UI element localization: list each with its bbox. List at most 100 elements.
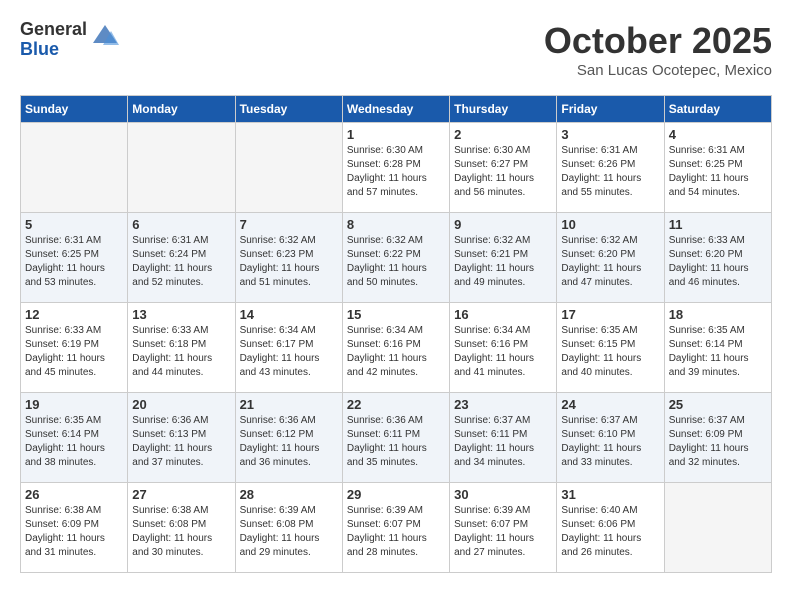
calendar-day-cell: 20 Sunrise: 6:36 AM Sunset: 6:13 PM Dayli…	[128, 393, 235, 483]
day-number: 10	[561, 217, 659, 232]
calendar-day-cell: 14Sunrise: 6:34 AM Sunset: 6:17 PM Dayli…	[235, 303, 342, 393]
weekday-header-sunday: Sunday	[21, 96, 128, 123]
day-info: Sunrise: 6:39 AM Sunset: 6:08 PM Dayligh…	[240, 504, 338, 560]
calendar-day-cell	[21, 123, 128, 213]
calendar-day-cell: 13Sunrise: 6:33 AM Sunset: 6:18 PM Dayli…	[128, 303, 235, 393]
day-info: Sunrise: 6:31 AM Sunset: 6:26 PM Dayligh…	[561, 144, 659, 200]
day-info: Sunrise: 6:37 AM Sunset: 6:10 PM Dayligh…	[561, 414, 659, 470]
calendar-day-cell: 6 Sunrise: 6:31 AM Sunset: 6:24 PM Daylig…	[128, 213, 235, 303]
calendar-week-row: 1 Sunrise: 6:30 AM Sunset: 6:28 PM Daylig…	[21, 123, 772, 213]
calendar-day-cell: 29Sunrise: 6:39 AM Sunset: 6:07 PM Dayli…	[342, 483, 449, 573]
calendar-day-cell: 21 Sunrise: 6:36 AM Sunset: 6:12 PM Dayli…	[235, 393, 342, 483]
calendar-day-cell: 1 Sunrise: 6:30 AM Sunset: 6:28 PM Daylig…	[342, 123, 449, 213]
day-number: 2	[454, 127, 552, 142]
day-number: 9	[454, 217, 552, 232]
title-section: October 2025 San Lucas Ocotepec, Mexico	[544, 20, 772, 79]
day-info: Sunrise: 6:32 AM Sunset: 6:21 PM Dayligh…	[454, 234, 552, 290]
weekday-header-thursday: Thursday	[450, 96, 557, 123]
calendar-day-cell: 4Sunrise: 6:31 AM Sunset: 6:25 PM Daylig…	[664, 123, 771, 213]
calendar-day-cell: 30 Sunrise: 6:39 AM Sunset: 6:07 PM Dayli…	[450, 483, 557, 573]
calendar-day-cell: 31 Sunrise: 6:40 AM Sunset: 6:06 PM Dayli…	[557, 483, 664, 573]
logo-general: General	[20, 20, 87, 40]
day-info: Sunrise: 6:35 AM Sunset: 6:14 PM Dayligh…	[25, 414, 123, 470]
day-number: 11	[669, 217, 767, 232]
day-number: 30	[454, 487, 552, 502]
day-number: 7	[240, 217, 338, 232]
day-number: 17	[561, 307, 659, 322]
calendar-day-cell	[128, 123, 235, 213]
calendar-day-cell: 19 Sunrise: 6:35 AM Sunset: 6:14 PM Dayli…	[21, 393, 128, 483]
calendar-day-cell: 2 Sunrise: 6:30 AM Sunset: 6:27 PM Daylig…	[450, 123, 557, 213]
day-info: Sunrise: 6:31 AM Sunset: 6:24 PM Dayligh…	[132, 234, 230, 290]
day-info: Sunrise: 6:32 AM Sunset: 6:22 PM Dayligh…	[347, 234, 445, 290]
day-info: Sunrise: 6:32 AM Sunset: 6:23 PM Dayligh…	[240, 234, 338, 290]
day-info: Sunrise: 6:35 AM Sunset: 6:14 PM Dayligh…	[669, 324, 767, 380]
calendar-day-cell: 25 Sunrise: 6:37 AM Sunset: 6:09 PM Dayli…	[664, 393, 771, 483]
day-number: 20	[132, 397, 230, 412]
weekday-header-saturday: Saturday	[664, 96, 771, 123]
calendar-day-cell: 18Sunrise: 6:35 AM Sunset: 6:14 PM Dayli…	[664, 303, 771, 393]
day-info: Sunrise: 6:35 AM Sunset: 6:15 PM Dayligh…	[561, 324, 659, 380]
day-info: Sunrise: 6:33 AM Sunset: 6:20 PM Dayligh…	[669, 234, 767, 290]
calendar-day-cell: 7 Sunrise: 6:32 AM Sunset: 6:23 PM Daylig…	[235, 213, 342, 303]
day-number: 31	[561, 487, 659, 502]
location-subtitle: San Lucas Ocotepec, Mexico	[544, 62, 772, 79]
page-header: General Blue October 2025 San Lucas Ocot…	[20, 20, 772, 79]
calendar-day-cell: 3 Sunrise: 6:31 AM Sunset: 6:26 PM Daylig…	[557, 123, 664, 213]
day-number: 6	[132, 217, 230, 232]
calendar-day-cell: 23Sunrise: 6:37 AM Sunset: 6:11 PM Dayli…	[450, 393, 557, 483]
day-number: 1	[347, 127, 445, 142]
day-number: 27	[132, 487, 230, 502]
day-info: Sunrise: 6:38 AM Sunset: 6:08 PM Dayligh…	[132, 504, 230, 560]
calendar-day-cell: 10 Sunrise: 6:32 AM Sunset: 6:20 PM Dayli…	[557, 213, 664, 303]
day-info: Sunrise: 6:40 AM Sunset: 6:06 PM Dayligh…	[561, 504, 659, 560]
day-info: Sunrise: 6:33 AM Sunset: 6:19 PM Dayligh…	[25, 324, 123, 380]
logo-blue: Blue	[20, 40, 87, 60]
day-number: 21	[240, 397, 338, 412]
day-info: Sunrise: 6:36 AM Sunset: 6:13 PM Dayligh…	[132, 414, 230, 470]
calendar-week-row: 26 Sunrise: 6:38 AM Sunset: 6:09 PM Dayli…	[21, 483, 772, 573]
calendar-day-cell: 15 Sunrise: 6:34 AM Sunset: 6:16 PM Dayli…	[342, 303, 449, 393]
day-info: Sunrise: 6:39 AM Sunset: 6:07 PM Dayligh…	[347, 504, 445, 560]
weekday-header-friday: Friday	[557, 96, 664, 123]
day-number: 19	[25, 397, 123, 412]
day-info: Sunrise: 6:30 AM Sunset: 6:28 PM Dayligh…	[347, 144, 445, 200]
day-info: Sunrise: 6:37 AM Sunset: 6:11 PM Dayligh…	[454, 414, 552, 470]
weekday-header-wednesday: Wednesday	[342, 96, 449, 123]
calendar-day-cell: 28Sunrise: 6:39 AM Sunset: 6:08 PM Dayli…	[235, 483, 342, 573]
day-info: Sunrise: 6:38 AM Sunset: 6:09 PM Dayligh…	[25, 504, 123, 560]
calendar-day-cell	[235, 123, 342, 213]
day-number: 15	[347, 307, 445, 322]
calendar-day-cell: 5Sunrise: 6:31 AM Sunset: 6:25 PM Daylig…	[21, 213, 128, 303]
weekday-header-tuesday: Tuesday	[235, 96, 342, 123]
day-number: 13	[132, 307, 230, 322]
day-info: Sunrise: 6:36 AM Sunset: 6:12 PM Dayligh…	[240, 414, 338, 470]
day-number: 8	[347, 217, 445, 232]
day-info: Sunrise: 6:32 AM Sunset: 6:20 PM Dayligh…	[561, 234, 659, 290]
day-info: Sunrise: 6:34 AM Sunset: 6:16 PM Dayligh…	[347, 324, 445, 380]
calendar-day-cell: 16Sunrise: 6:34 AM Sunset: 6:16 PM Dayli…	[450, 303, 557, 393]
calendar-week-row: 19 Sunrise: 6:35 AM Sunset: 6:14 PM Dayli…	[21, 393, 772, 483]
calendar-day-cell: 12 Sunrise: 6:33 AM Sunset: 6:19 PM Dayli…	[21, 303, 128, 393]
logo: General Blue	[20, 20, 119, 60]
day-info: Sunrise: 6:30 AM Sunset: 6:27 PM Dayligh…	[454, 144, 552, 200]
weekday-header-row: SundayMondayTuesdayWednesdayThursdayFrid…	[21, 96, 772, 123]
weekday-header-monday: Monday	[128, 96, 235, 123]
day-info: Sunrise: 6:34 AM Sunset: 6:17 PM Dayligh…	[240, 324, 338, 380]
day-info: Sunrise: 6:36 AM Sunset: 6:11 PM Dayligh…	[347, 414, 445, 470]
day-number: 12	[25, 307, 123, 322]
calendar-day-cell: 9 Sunrise: 6:32 AM Sunset: 6:21 PM Daylig…	[450, 213, 557, 303]
calendar-day-cell: 11 Sunrise: 6:33 AM Sunset: 6:20 PM Dayli…	[664, 213, 771, 303]
calendar-week-row: 5Sunrise: 6:31 AM Sunset: 6:25 PM Daylig…	[21, 213, 772, 303]
day-info: Sunrise: 6:37 AM Sunset: 6:09 PM Dayligh…	[669, 414, 767, 470]
day-number: 24	[561, 397, 659, 412]
day-info: Sunrise: 6:31 AM Sunset: 6:25 PM Dayligh…	[669, 144, 767, 200]
calendar-day-cell: 17 Sunrise: 6:35 AM Sunset: 6:15 PM Dayli…	[557, 303, 664, 393]
calendar-day-cell: 8 Sunrise: 6:32 AM Sunset: 6:22 PM Daylig…	[342, 213, 449, 303]
day-number: 3	[561, 127, 659, 142]
day-info: Sunrise: 6:39 AM Sunset: 6:07 PM Dayligh…	[454, 504, 552, 560]
day-number: 26	[25, 487, 123, 502]
calendar-day-cell: 26 Sunrise: 6:38 AM Sunset: 6:09 PM Dayli…	[21, 483, 128, 573]
month-title: October 2025	[544, 20, 772, 62]
day-number: 25	[669, 397, 767, 412]
